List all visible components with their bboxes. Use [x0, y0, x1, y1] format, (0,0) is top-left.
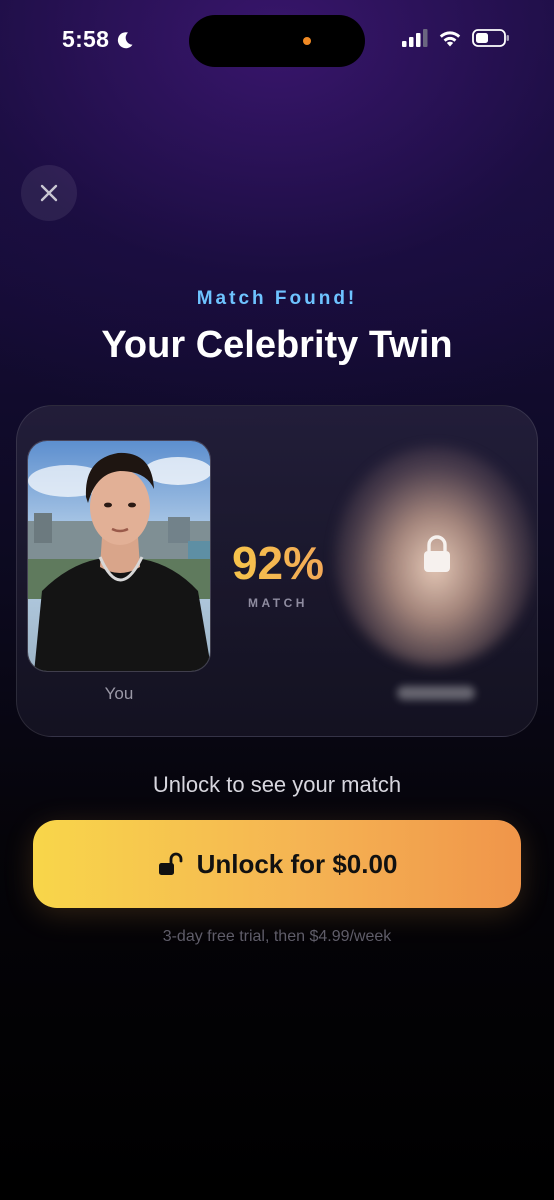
user-portrait-image [28, 441, 210, 671]
dynamic-island [189, 15, 365, 67]
battery-icon [472, 29, 509, 47]
match-label: MATCH [248, 596, 308, 610]
unlock-button-label: Unlock for $0.00 [196, 848, 398, 879]
trial-terms: 3-day free trial, then $4.99/week [162, 928, 392, 945]
moon-icon [118, 31, 133, 48]
signal-icon [402, 29, 428, 47]
status-time: 5:58 [62, 26, 135, 53]
user-caption: You [104, 684, 134, 703]
page-title: Your Celebrity Twin [101, 324, 453, 366]
unlock-hint: Unlock to see your match [152, 772, 402, 797]
hidden-celebrity-name [397, 686, 475, 700]
lock-icon [424, 535, 450, 572]
status-icons [402, 29, 510, 47]
paywall-screen: 5:58 Match Found! Your Celebrity Twin Yo… [0, 0, 554, 1200]
unlock-icon [158, 852, 182, 875]
match-card: You 92% MATCH [16, 405, 538, 737]
close-button[interactable] [21, 165, 77, 221]
user-photo [27, 440, 211, 672]
match-found-label: Match Found! [196, 288, 358, 309]
status-time-text: 5:58 [62, 26, 110, 52]
close-icon [40, 184, 58, 202]
unlock-button[interactable]: Unlock for $0.00 [33, 820, 521, 908]
match-percentage: 92% [213, 536, 343, 590]
wifi-icon [439, 31, 461, 47]
privacy-indicator-dot [303, 37, 311, 45]
